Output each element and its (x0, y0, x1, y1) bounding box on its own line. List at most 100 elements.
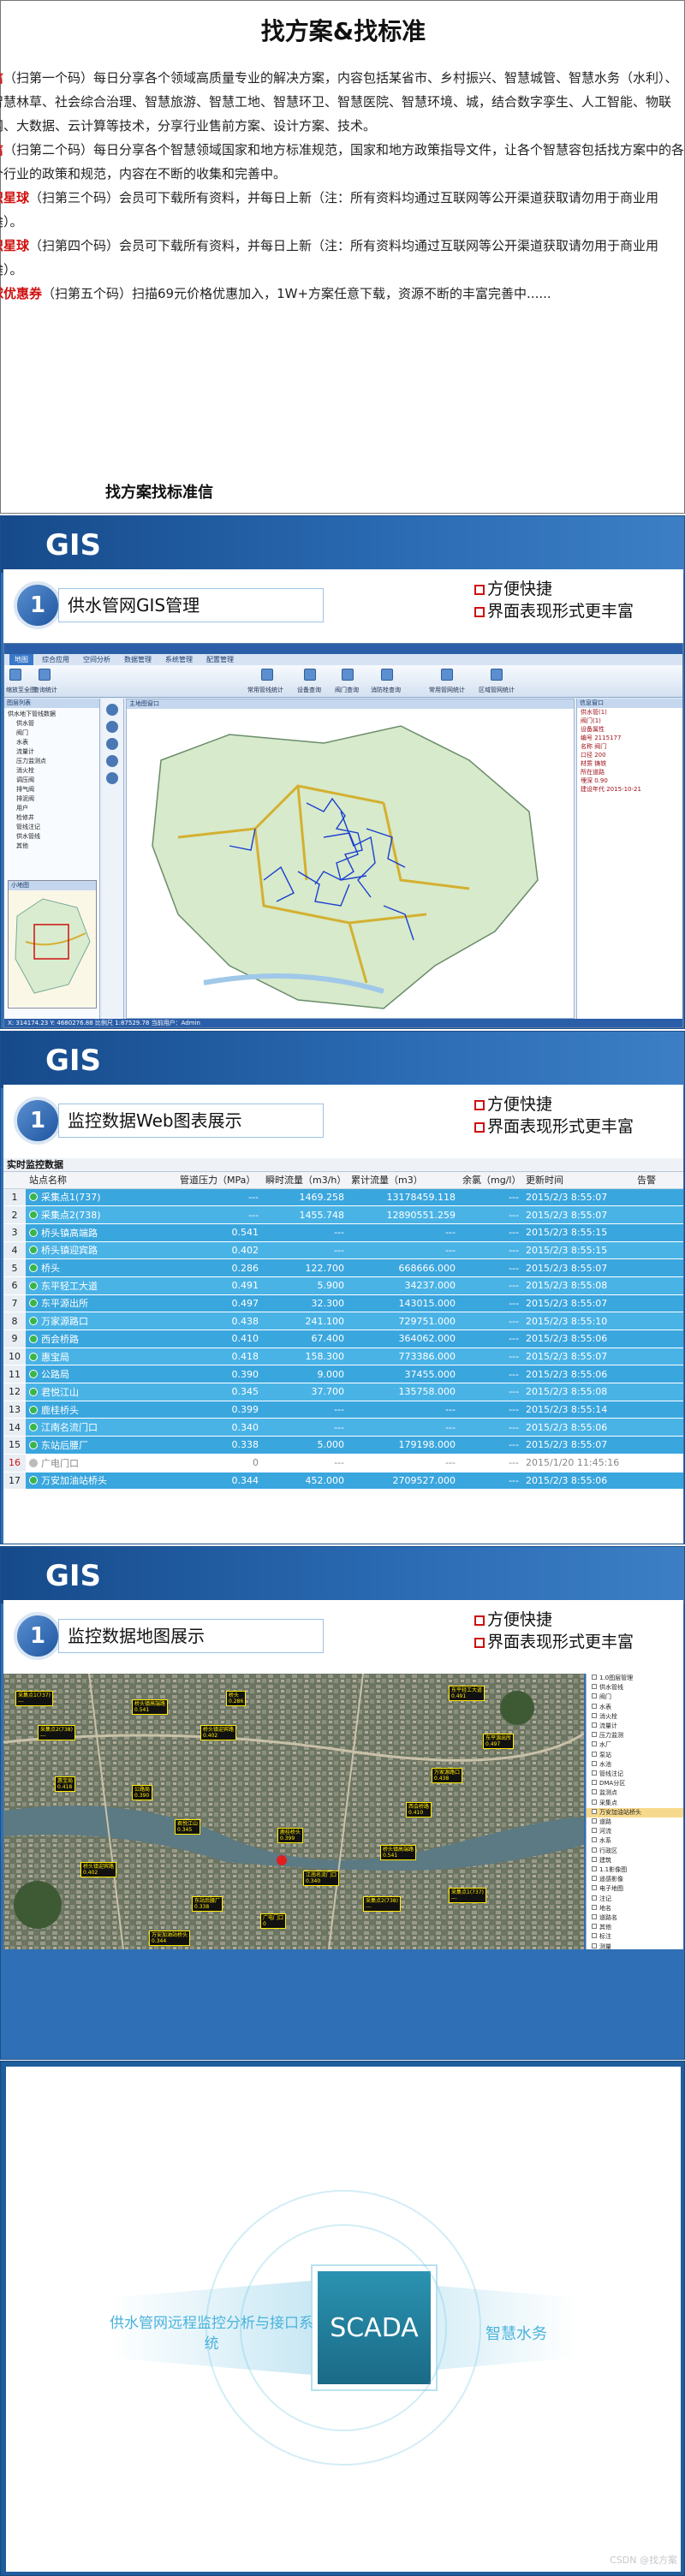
layer-tree-item[interactable]: 管线注记 (8, 823, 96, 832)
tab-spatial[interactable]: 空间分析 (78, 654, 116, 665)
station-marker[interactable]: 桥头 0.286 (226, 1691, 247, 1706)
layer-tree-item[interactable]: 消火栓 (8, 766, 96, 776)
station-marker[interactable]: 江南名流门口 0.340 (303, 1871, 340, 1886)
station-marker[interactable]: 鹿桂桥头 0.399 (277, 1828, 304, 1843)
checkbox-icon[interactable] (592, 1818, 597, 1824)
table-row[interactable]: 12 君悦江山 0.345 37.700 135758.000 --- 2015/2/3 8… (3, 1383, 683, 1401)
station-marker[interactable]: 东平轻工大道 0.491 (449, 1686, 485, 1701)
checkbox-icon[interactable] (592, 1703, 597, 1709)
station-marker[interactable]: 君悦江山 0.345 (175, 1819, 201, 1835)
checkbox-icon[interactable] (592, 1722, 597, 1728)
layer-item[interactable]: 地名 (587, 1904, 683, 1913)
layer-tree-item[interactable]: 检修井 (8, 813, 96, 823)
table-row[interactable]: 15 东站后腰厂 0.338 5.000 179198.000 --- 2015/2/3 8… (3, 1436, 683, 1455)
pipe-stat-icon[interactable] (261, 669, 273, 681)
layer-item[interactable]: 1.1影像图 (587, 1865, 683, 1875)
measure-icon[interactable] (106, 772, 118, 784)
checkbox-icon[interactable] (592, 1895, 597, 1901)
checkbox-icon[interactable] (592, 1770, 597, 1776)
layer-item[interactable]: 管线注记 (587, 1770, 683, 1779)
tab-map[interactable]: 地图 (9, 654, 33, 665)
station-marker[interactable]: 采集点1(737) --- (449, 1888, 486, 1903)
station-marker[interactable]: 东站后腰厂 0.338 (192, 1896, 223, 1912)
layer-item[interactable]: 其他 (587, 1923, 683, 1932)
layer-item[interactable]: DMA分区 (587, 1779, 683, 1788)
checkbox-icon[interactable] (592, 1828, 597, 1834)
layer-item[interactable]: 1.0图层管理 (587, 1674, 683, 1683)
layer-item[interactable]: 电子地图 (587, 1884, 683, 1894)
layer-tree-item[interactable]: 阀门 (8, 729, 96, 738)
station-marker[interactable]: 桥头镇迎宾路 0.402 (200, 1725, 237, 1740)
station-marker[interactable]: 万安加油站桥头 0.344 (149, 1931, 191, 1946)
station-marker[interactable]: 公路局 0.390 (132, 1785, 153, 1800)
layer-item[interactable]: 注记 (587, 1895, 683, 1904)
layer-item[interactable]: 流量计 (587, 1722, 683, 1731)
tab-system[interactable]: 系统管理 (160, 654, 198, 665)
layer-item[interactable]: 监测点 (587, 1788, 683, 1798)
column-header[interactable]: 瞬时流量（m3/h） (262, 1172, 348, 1189)
layer-item[interactable]: 供水管线 (587, 1683, 683, 1693)
layer-tree-item[interactable]: 供水管线 (8, 832, 96, 842)
mini-map[interactable]: 小地图 (8, 880, 97, 1008)
layer-item[interactable]: 万安加油站桥头 (587, 1807, 683, 1818)
station-marker[interactable]: 东平源出所 0.497 (483, 1734, 515, 1749)
station-marker[interactable]: 采集点1(737) --- (15, 1691, 53, 1706)
layer-tree-item[interactable]: 供水地下管线数据 (8, 710, 96, 719)
station-marker[interactable]: 桥头镇迎宾路 0.402 (80, 1862, 117, 1877)
zoom-full-icon[interactable] (9, 669, 21, 681)
table-row[interactable]: 6 东平轻工大道 0.491 5.900 34237.000 --- 2015/2/3 8:… (3, 1276, 683, 1295)
layer-item[interactable]: 道路 (587, 1817, 683, 1827)
checkbox-icon[interactable] (592, 1856, 597, 1862)
layer-tree-item[interactable]: 供水管 (8, 719, 96, 729)
table-row[interactable]: 4 桥头镇迎宾路 0.402 --- --- --- 2015/2/3 8:55:15 (3, 1241, 683, 1260)
layer-item[interactable]: 采集点 (587, 1799, 683, 1808)
table-row[interactable]: 14 江南名流门口 0.340 --- --- --- 2015/2/3 8:55:06 (3, 1418, 683, 1437)
table-row[interactable]: 3 桥头镇高端路 0.541 --- --- --- 2015/2/3 8:55:15 (3, 1223, 683, 1242)
station-marker[interactable]: 采集点2(738) --- (38, 1725, 75, 1740)
table-row[interactable]: 7 东平源出所 0.497 32.300 143015.000 --- 2015/2/3 8… (3, 1294, 683, 1313)
satellite-map[interactable]: 采集点1(737) --- 采集点2(738) --- 桥头镇高端路 0.541 桥头镇迎宾… (3, 1674, 584, 1949)
checkbox-icon[interactable] (592, 1712, 597, 1718)
column-header[interactable]: 管道压力（MPa） (176, 1172, 262, 1189)
identify-icon[interactable] (106, 755, 118, 767)
checkbox-icon[interactable] (592, 1760, 597, 1766)
checkbox-icon[interactable] (592, 1847, 597, 1853)
layer-item[interactable]: 水厂 (587, 1740, 683, 1750)
checkbox-icon[interactable] (592, 1942, 597, 1948)
column-header[interactable]: 累计流量（m3） (348, 1172, 459, 1189)
layer-item[interactable]: 水池 (587, 1760, 683, 1770)
layer-item[interactable]: 泵站 (587, 1751, 683, 1760)
region-stat-icon[interactable] (491, 669, 503, 681)
table-row[interactable]: 1 采集点1(737) --- 1469.258 13178459.118 --- 2015… (3, 1188, 683, 1207)
layer-item[interactable]: 行政区 (587, 1847, 683, 1856)
layer-item[interactable]: 遥感影像 (587, 1875, 683, 1884)
checkbox-icon[interactable] (592, 1684, 597, 1690)
station-marker[interactable]: 桥头镇高端路 0.541 (380, 1845, 417, 1860)
column-header[interactable]: 更新时间 (522, 1172, 634, 1189)
table-row[interactable]: 16 广电门口 0 --- --- --- 2015/1/20 11:45:16 (3, 1454, 683, 1472)
layer-item[interactable]: 建筑 (587, 1856, 683, 1865)
checkbox-icon[interactable] (592, 1876, 597, 1882)
table-row[interactable]: 13 鹿桂桥头 0.399 --- --- --- 2015/2/3 8:55:14 (3, 1401, 683, 1419)
layer-item[interactable]: 测量 (587, 1942, 683, 1952)
station-marker[interactable]: 桥头镇高端路 0.541 (132, 1699, 169, 1715)
main-map-canvas[interactable]: 主地图窗口 (126, 699, 575, 1019)
layer-item[interactable]: 河流 (587, 1827, 683, 1836)
column-header[interactable]: 余氯（mg/l） (459, 1172, 522, 1189)
layer-tree-item[interactable]: 排气阀 (8, 785, 96, 794)
station-marker[interactable]: 万家源路口 0.438 (432, 1768, 463, 1783)
table-row[interactable]: 2 采集点2(738) --- 1455.748 12890551.259 --- 2015… (3, 1205, 683, 1224)
valve-query-icon[interactable] (342, 669, 354, 681)
column-header[interactable]: 站点名称 (26, 1172, 176, 1189)
query-icon[interactable] (39, 669, 51, 681)
checkbox-icon[interactable] (592, 1675, 597, 1680)
layer-item[interactable]: 水表 (587, 1703, 683, 1712)
layer-item[interactable]: 阀门 (587, 1693, 683, 1702)
layer-item[interactable]: 消火栓 (587, 1712, 683, 1722)
station-marker[interactable]: 广电门口 0 (260, 1913, 287, 1929)
tab-config[interactable]: 配置管理 (201, 654, 239, 665)
pan-icon[interactable] (106, 738, 118, 750)
station-marker[interactable]: 惠宝局 0.418 (55, 1776, 76, 1792)
layer-tree-item[interactable]: 流量计 (8, 747, 96, 757)
checkbox-icon[interactable] (592, 1808, 597, 1814)
